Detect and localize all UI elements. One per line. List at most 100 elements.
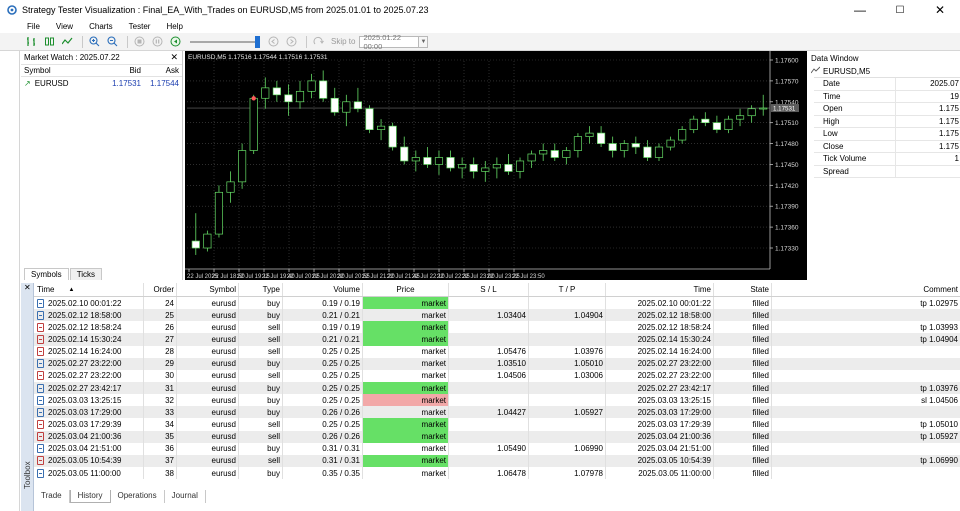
order-volume-cell: 0.25 / 0.25 bbox=[283, 381, 363, 395]
menu-view[interactable]: View bbox=[48, 22, 81, 31]
order-symbol-cell: eurusd bbox=[177, 394, 239, 407]
tab-journal[interactable]: Journal bbox=[165, 490, 206, 503]
order-state-cell: filled bbox=[714, 381, 772, 395]
play-icon[interactable] bbox=[168, 35, 183, 49]
pause-icon[interactable] bbox=[150, 35, 165, 49]
order-state-cell: filled bbox=[714, 321, 772, 334]
stop-icon[interactable] bbox=[132, 35, 147, 49]
tab-operations[interactable]: Operations bbox=[111, 490, 165, 503]
speed-slider-thumb[interactable] bbox=[255, 35, 260, 48]
bull-candle bbox=[515, 160, 525, 172]
column-header-time-done[interactable]: Time bbox=[606, 283, 714, 296]
column-header-state[interactable]: State bbox=[714, 283, 772, 296]
order-price-cell: market bbox=[363, 357, 449, 370]
column-header-price[interactable]: Price bbox=[363, 283, 449, 296]
zoom-out-icon[interactable] bbox=[105, 35, 120, 49]
table-row[interactable]: 2025.02.27 23:22:00 29 eurusd buy 0.25 / 0.2… bbox=[34, 357, 960, 370]
orders-table-body: 2025.02.10 00:01:22 24 eurusd buy 0.19 / 0.1… bbox=[34, 297, 960, 480]
order-type-cell: sell bbox=[239, 418, 283, 431]
maximize-button[interactable]: ☐ bbox=[880, 0, 920, 20]
table-row[interactable]: 2025.02.27 23:22:00 30 eurusd sell 0.25 / 0.… bbox=[34, 369, 960, 382]
price-chart[interactable]: 1.17600 1.17570 1.17540 1.17510 1.17480 1.174… bbox=[185, 51, 807, 280]
sell-order-icon bbox=[37, 322, 44, 332]
column-header-symbol[interactable]: Symbol bbox=[21, 66, 101, 75]
order-tp-cell bbox=[529, 430, 606, 443]
order-time-text: 2025.03.05 10:54:39 bbox=[48, 456, 122, 466]
order-time-done-cell: 2025.02.14 16:24:00 bbox=[606, 345, 714, 358]
chevron-down-icon[interactable]: ▼ bbox=[419, 35, 429, 48]
chart-canvas[interactable]: 1.176001.175701.175401.175101.174801.174… bbox=[185, 51, 807, 280]
candlestick-icon[interactable] bbox=[42, 35, 57, 49]
order-symbol-cell: eurusd bbox=[177, 418, 239, 431]
table-row[interactable]: 2025.02.12 18:58:00 25 eurusd buy 0.21 / 0.2… bbox=[34, 309, 960, 322]
order-price-cell: market bbox=[363, 466, 449, 480]
orders-table: Time ▲ Order Symbol Type Volume Price S /… bbox=[34, 283, 960, 488]
skip-to-icon[interactable] bbox=[311, 35, 326, 49]
column-header-type[interactable]: Type bbox=[239, 283, 283, 296]
table-row[interactable]: 2025.02.27 23:42:17 31 eurusd buy 0.25 / 0.2… bbox=[34, 381, 960, 395]
bar-chart-icon[interactable] bbox=[24, 35, 39, 49]
menu-tester[interactable]: Tester bbox=[121, 22, 159, 31]
speed-slider[interactable] bbox=[190, 35, 260, 49]
close-button[interactable]: ✕ bbox=[920, 0, 960, 20]
table-row[interactable]: 2025.02.10 00:01:22 24 eurusd buy 0.19 / 0.1… bbox=[34, 297, 960, 310]
bid-cell: 1.17531 bbox=[112, 79, 141, 88]
table-row[interactable]: 2025.02.14 16:24:00 28 eurusd sell 0.25 / 0.… bbox=[34, 345, 960, 358]
order-sl-cell bbox=[449, 297, 529, 310]
minimize-button[interactable]: — bbox=[840, 0, 880, 20]
table-row[interactable]: 2025.03.05 11:00:00 38 eurusd buy 0.35 / 0.3… bbox=[34, 466, 960, 480]
table-row[interactable]: 2025.03.03 13:25:15 32 eurusd buy 0.25 / 0.2… bbox=[34, 394, 960, 407]
column-header-symbol[interactable]: Symbol bbox=[177, 283, 239, 296]
step-back-icon[interactable] bbox=[266, 35, 281, 49]
order-type-cell: sell bbox=[239, 333, 283, 346]
order-symbol-cell: eurusd bbox=[177, 454, 239, 467]
table-row[interactable]: 2025.03.04 21:51:00 36 eurusd buy 0.31 / 0.3… bbox=[34, 442, 960, 455]
order-comment-cell: tp 1.05010 bbox=[920, 419, 958, 429]
toolbox-label[interactable]: Toolbox bbox=[23, 449, 32, 489]
menu-help[interactable]: Help bbox=[158, 22, 190, 31]
column-header-comment[interactable]: Comment bbox=[772, 283, 960, 296]
tab-history[interactable]: History bbox=[69, 490, 111, 503]
table-row[interactable]: 2025.03.04 21:00:36 35 eurusd sell 0.26 / 0.… bbox=[34, 430, 960, 443]
table-row[interactable]: 2025.02.12 18:58:24 26 eurusd sell 0.19 / 0.… bbox=[34, 321, 960, 334]
tab-ticks[interactable]: Ticks bbox=[69, 268, 103, 280]
bull-candle bbox=[678, 129, 687, 141]
order-state-cell: filled bbox=[714, 309, 772, 322]
data-value: 1 bbox=[954, 154, 959, 164]
line-chart-icon[interactable] bbox=[60, 35, 75, 49]
bear-candle bbox=[365, 108, 374, 130]
step-forward-icon[interactable] bbox=[284, 35, 299, 49]
table-row[interactable]: 2025.03.03 17:29:00 33 eurusd buy 0.26 / 0.2… bbox=[34, 406, 960, 419]
bull-candle bbox=[226, 181, 235, 193]
toolbar-separator bbox=[82, 35, 83, 48]
table-row[interactable]: 2025.03.03 17:29:39 34 eurusd sell 0.25 / 0.… bbox=[34, 418, 960, 431]
data-window-row: High 1.175 bbox=[814, 115, 960, 128]
close-icon[interactable]: ✕ bbox=[24, 283, 31, 292]
column-header-ask[interactable]: Ask bbox=[141, 66, 179, 75]
column-header-label: Time bbox=[37, 285, 55, 294]
menu-file[interactable]: File bbox=[0, 22, 48, 31]
order-id-cell: 33 bbox=[144, 406, 177, 419]
order-type-cell: buy bbox=[239, 406, 283, 419]
column-header-volume[interactable]: Volume bbox=[283, 283, 363, 296]
column-header-order[interactable]: Order bbox=[144, 283, 177, 296]
order-type-cell: buy bbox=[239, 309, 283, 322]
order-comment-cell: sl 1.04506 bbox=[921, 395, 958, 405]
table-row[interactable]: 2025.02.14 15:30:24 27 eurusd sell 0.21 / 0.… bbox=[34, 333, 960, 346]
market-watch-row[interactable]: ↗ EURUSD 1.17531 1.17544 bbox=[21, 77, 182, 90]
skip-to-date-input[interactable]: 2025.01.22 00:00 bbox=[359, 33, 420, 51]
order-type-cell: sell bbox=[239, 430, 283, 443]
tab-symbols[interactable]: Symbols bbox=[24, 268, 69, 280]
tab-trade[interactable]: Trade bbox=[34, 490, 70, 503]
column-header-sl[interactable]: S / L bbox=[449, 283, 529, 296]
zoom-in-icon[interactable] bbox=[87, 35, 102, 49]
column-header-tp[interactable]: T / P bbox=[529, 283, 606, 296]
toolbar: Skip to 2025.01.22 00:00 ▼ bbox=[0, 33, 960, 51]
column-header-bid[interactable]: Bid bbox=[101, 66, 141, 75]
column-header-time[interactable]: Time ▲ bbox=[34, 283, 144, 296]
order-volume-cell: 0.19 / 0.19 bbox=[283, 297, 363, 310]
close-icon[interactable]: ✕ bbox=[170, 52, 178, 63]
order-comment-cell bbox=[772, 370, 960, 382]
menu-charts[interactable]: Charts bbox=[81, 22, 121, 31]
table-row[interactable]: 2025.03.05 10:54:39 37 eurusd sell 0.31 / 0.… bbox=[34, 454, 960, 467]
